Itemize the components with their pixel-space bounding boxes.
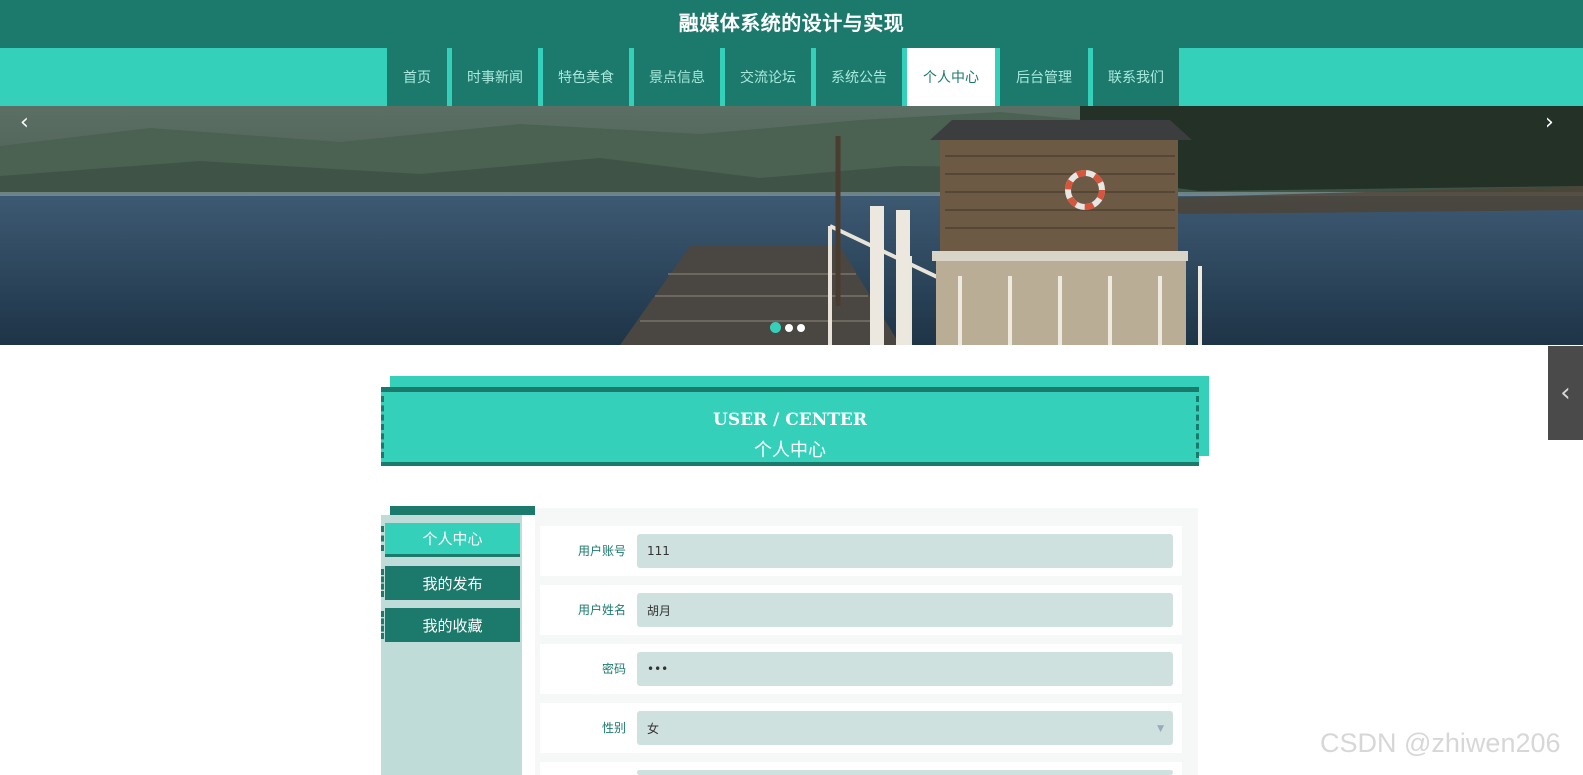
section-title-en: USER / CENTER <box>713 410 867 430</box>
sidebar-accent-bar <box>390 506 535 515</box>
nav-item-attractions[interactable]: 景点信息 <box>634 48 720 106</box>
banner-image <box>0 106 1583 345</box>
form-row-username: 用户账号 <box>540 526 1182 576</box>
name-field[interactable] <box>637 593 1173 627</box>
section-header: USER / CENTER 个人中心 <box>381 387 1199 466</box>
carousel-dot-2[interactable] <box>785 323 793 332</box>
top-title-bar: 融媒体系统的设计与实现 <box>0 0 1583 48</box>
form-row-gender: 性别 ▼ <box>540 703 1182 753</box>
form-row-name: 用户姓名 <box>540 585 1182 635</box>
main-nav: 首页 时事新闻 特色美食 景点信息 交流论坛 系统公告 个人中心 后台管理 联系… <box>387 48 1184 106</box>
nav-item-user-center[interactable]: 个人中心 <box>907 48 995 106</box>
nav-item-contact[interactable]: 联系我们 <box>1093 48 1179 106</box>
nav-item-home[interactable]: 首页 <box>387 48 447 106</box>
next-field[interactable] <box>637 770 1173 775</box>
nav-item-forum[interactable]: 交流论坛 <box>725 48 811 106</box>
nav-item-admin[interactable]: 后台管理 <box>1000 48 1088 106</box>
carousel-dot-3[interactable] <box>797 323 805 332</box>
carousel-prev-arrow[interactable]: ‹ <box>20 112 29 134</box>
sidebar-item-user-center[interactable]: 个人中心 <box>381 523 520 557</box>
carousel-indicators <box>770 322 805 333</box>
gender-select[interactable] <box>637 711 1173 745</box>
carousel-next-arrow[interactable]: › <box>1545 112 1554 134</box>
gender-label: 性别 <box>601 721 626 735</box>
sidebar-item-my-favorites[interactable]: 我的收藏 <box>381 608 520 642</box>
banner-carousel <box>0 106 1583 345</box>
username-field[interactable] <box>637 534 1173 568</box>
carousel-dot-1[interactable] <box>770 322 781 333</box>
name-label: 用户姓名 <box>577 603 626 617</box>
nav-item-news[interactable]: 时事新闻 <box>452 48 538 106</box>
side-toggle-tab[interactable]: ‹ <box>1548 346 1583 440</box>
watermark: CSDN @zhiwen206 <box>1320 728 1561 758</box>
username-label: 用户账号 <box>577 544 626 558</box>
site-title: 融媒体系统的设计与实现 <box>678 11 905 35</box>
main-nav-bar: 首页 时事新闻 特色美食 景点信息 交流论坛 系统公告 个人中心 后台管理 联系… <box>0 48 1583 106</box>
nav-item-announcements[interactable]: 系统公告 <box>816 48 902 106</box>
password-field[interactable] <box>637 652 1173 686</box>
chevron-down-icon: ▼ <box>1157 724 1164 734</box>
form-row-password: 密码 <box>540 644 1182 694</box>
password-label: 密码 <box>601 662 626 676</box>
section-title-cn: 个人中心 <box>754 440 826 461</box>
nav-item-food[interactable]: 特色美食 <box>543 48 629 106</box>
form-row-next <box>540 762 1182 775</box>
chevron-left-icon: ‹ <box>1560 378 1571 408</box>
sidebar-item-my-posts[interactable]: 我的发布 <box>381 566 520 600</box>
